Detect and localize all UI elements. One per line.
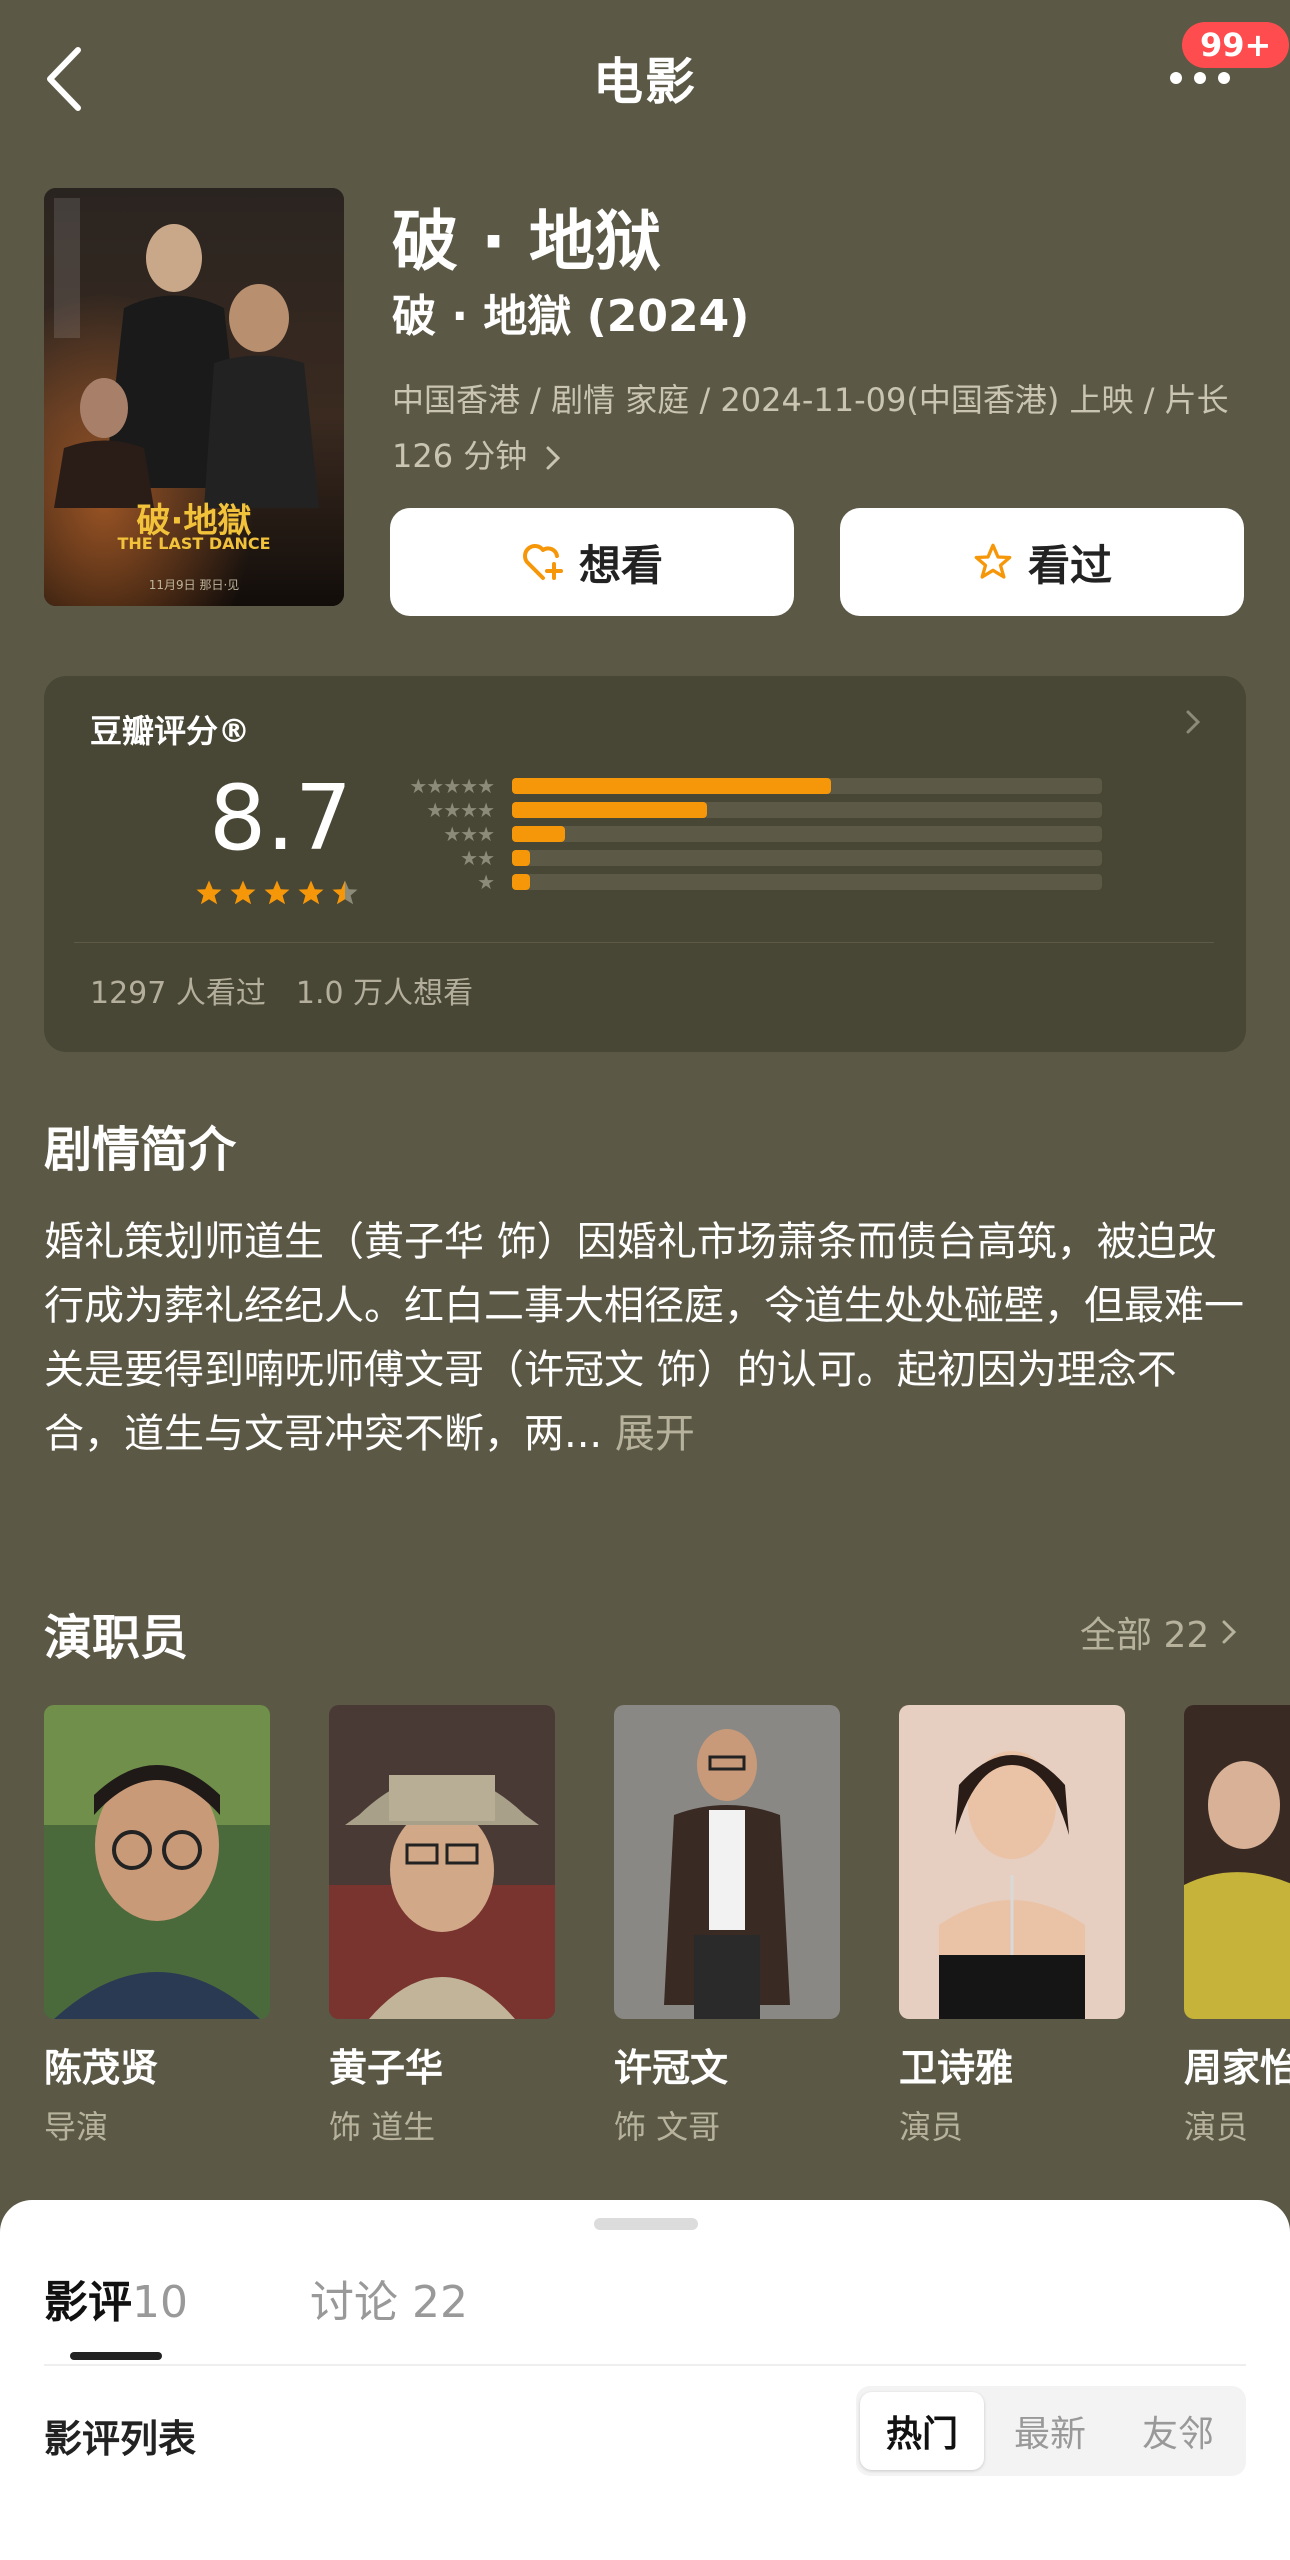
cast-photo [614, 1705, 840, 2019]
synopsis-title: 剧情简介 [44, 1122, 237, 1178]
distribution-bar [512, 850, 530, 866]
rating-distribution: ★★★★★ ★★★★ ★★★ ★★ ★ [384, 776, 1104, 896]
distribution-stars: ★★★ [443, 822, 495, 846]
distribution-track [512, 850, 1102, 866]
star-icon [298, 880, 324, 905]
rating-label: 豆瓣评分® [90, 712, 251, 750]
distribution-row: ★★ [384, 846, 1102, 870]
cast-title: 演职员 [44, 1610, 189, 1666]
sheet-drag-handle[interactable] [594, 2218, 698, 2230]
star-icon [332, 880, 358, 905]
sheet-divider [44, 2364, 1246, 2366]
tab-reviews[interactable]: 影评10 [44, 2266, 188, 2330]
want-to-watch-button[interactable]: 想看 [390, 508, 794, 616]
star-icon [196, 880, 222, 905]
tab-reviews-label: 影评 [44, 2277, 132, 2328]
distribution-bar [512, 778, 831, 794]
cast-name: 周家怡 [1184, 2046, 1290, 2090]
movie-title: 破 · 地狱 [392, 203, 662, 280]
distribution-row: ★★★ [384, 822, 1102, 846]
sort-hot-button[interactable]: 热门 [860, 2392, 984, 2470]
star-icon [264, 880, 290, 905]
chevron-right-icon [1184, 708, 1202, 740]
distribution-stars: ★★★★ [426, 798, 495, 822]
sort-friends-button[interactable]: 友邻 [1116, 2392, 1240, 2470]
reviews-sheet[interactable]: 影评10 讨论 22 影评列表 热门 最新 友邻 [0, 2200, 1290, 2560]
rating-score: 8.7 [209, 766, 353, 871]
sort-segmented-control[interactable]: 热门 最新 友邻 [856, 2386, 1246, 2476]
cast-role: 饰 文哥 [614, 2108, 721, 2145]
heart-plus-icon [523, 544, 563, 580]
movie-original-title: 破 · 地獄 (2024) [392, 291, 750, 342]
distribution-track [512, 874, 1102, 890]
poster-subtitle: THE LAST DANCE [117, 534, 271, 553]
distribution-stars: ★★★★★ [409, 774, 495, 798]
active-tab-indicator [70, 2352, 162, 2360]
cast-card[interactable]: 黄子华 饰 道生 [329, 1705, 555, 2145]
rating-divider [74, 942, 1214, 943]
cast-card[interactable]: 卫诗雅 演员 [899, 1705, 1125, 2145]
star-outline-icon [974, 543, 1012, 579]
tab-discussion[interactable]: 讨论 22 [310, 2266, 468, 2330]
distribution-row: ★★★★★ [384, 774, 1102, 798]
cast-card[interactable]: 陈茂贤 导演 [44, 1705, 270, 2145]
page-title: 电影 [593, 53, 697, 111]
rating-stars [194, 878, 360, 908]
cast-card[interactable]: 许冠文 饰 文哥 [614, 1705, 840, 2145]
cast-name: 卫诗雅 [899, 2046, 1014, 2090]
chevron-right-icon [546, 446, 561, 470]
chevron-right-icon [1222, 1620, 1237, 1644]
distribution-stars: ★★ [460, 846, 495, 870]
cast-role: 演员 [899, 2108, 964, 2145]
cast-photo [329, 1705, 555, 2019]
cast-all-label: 全部 22 [1080, 1615, 1210, 1656]
distribution-row: ★ [384, 870, 1102, 894]
movie-meta-text: 中国香港 / 剧情 家庭 / 2024-11-09(中国香港) 上映 / 片长 … [392, 381, 1229, 475]
distribution-track [512, 826, 1102, 842]
cast-role: 导演 [44, 2108, 109, 2145]
movie-poster[interactable]: 破·地獄 THE LAST DANCE 11月9日 那日·见 [44, 188, 344, 606]
cast-photo [44, 1705, 270, 2019]
cast-card[interactable]: 周家怡 演员 [1184, 1705, 1290, 2145]
rating-card[interactable]: 豆瓣评分® 8.7 ★★★★★ ★★★★ ★★★ ★★ ★ 1297 人看过 1.0 万… [44, 676, 1246, 1052]
cast-list[interactable]: 陈茂贤 导演 黄子华 饰 道生 许冠文 饰 文哥 卫诗雅 演员 周家怡 演员 [44, 1705, 1290, 2145]
distribution-stars: ★ [477, 870, 495, 894]
want-to-watch-label: 想看 [578, 540, 663, 590]
sort-latest-button[interactable]: 最新 [988, 2392, 1112, 2470]
cast-role: 饰 道生 [329, 2108, 436, 2145]
watched-label: 看过 [1027, 540, 1112, 590]
cast-name: 许冠文 [614, 2046, 729, 2090]
rating-stats: 1297 人看过 1.0 万人想看 [90, 976, 474, 1011]
star-icon [230, 880, 256, 905]
review-list-label: 影评列表 [44, 2417, 197, 2461]
distribution-bar [512, 874, 530, 890]
movie-meta[interactable]: 中国香港 / 剧情 家庭 / 2024-11-09(中国香港) 上映 / 片长 … [392, 372, 1252, 484]
distribution-track [512, 802, 1102, 818]
synopsis-text[interactable]: 婚礼策划师道生（黄子华 饰）因婚礼市场萧条而债台高筑，被迫改行成为葬礼经纪人。红… [44, 1210, 1254, 1466]
distribution-bar [512, 826, 566, 842]
cast-role: 演员 [1184, 2108, 1249, 2145]
distribution-bar [512, 802, 707, 818]
cast-all-link[interactable]: 全部 22 [1080, 1606, 1237, 1658]
cast-name: 黄子华 [329, 2046, 444, 2090]
tab-reviews-count: 10 [132, 2277, 188, 2328]
poster-date: 11月9日 那日·见 [148, 578, 240, 592]
expand-link[interactable]: 展开 [615, 1411, 695, 1457]
watched-button[interactable]: 看过 [840, 508, 1244, 616]
notification-badge: 99+ [1182, 22, 1290, 68]
distribution-row: ★★★★ [384, 798, 1102, 822]
cast-photo [1184, 1705, 1290, 2019]
distribution-track [512, 778, 1102, 794]
cast-name: 陈茂贤 [44, 2046, 159, 2090]
cast-photo [899, 1705, 1125, 2019]
